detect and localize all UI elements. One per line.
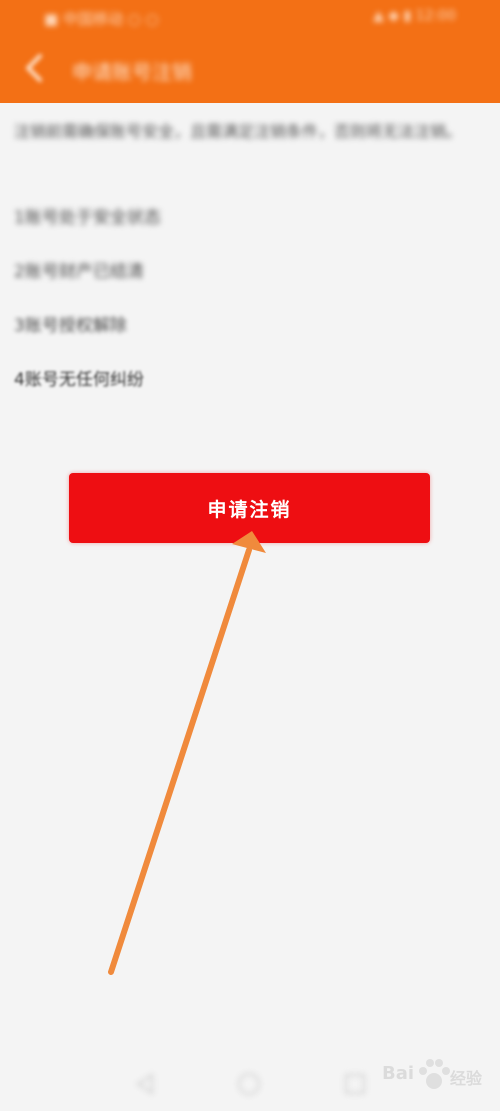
status-right-text: ▲ ◆ ▮ 12:00 [373,8,456,24]
back-arrow-icon [26,54,42,82]
nav-bar: 申请账号注销 [0,36,500,103]
nav-recent-button[interactable] [342,1071,368,1097]
square-recent-icon [345,1074,365,1094]
header: ■ 中国移动 ○ ○ ▲ ◆ ▮ 12:00 申请账号注销 [0,0,500,103]
nav-back-button[interactable] [132,1071,158,1097]
back-button[interactable] [18,50,54,86]
apply-cancel-account-button-label: 申请注销 [207,498,292,521]
condition-item: 3账号授权解除 [14,316,127,336]
condition-item: 4账号无任何纠纷 [14,370,144,390]
baidu-jingyan-watermark: Bai 经验 [380,1053,496,1101]
triangle-back-icon [136,1073,153,1095]
nav-home-button[interactable] [236,1071,262,1097]
apply-cancel-account-button[interactable]: 申请注销 [69,473,430,543]
page-title: 申请账号注销 [72,60,192,84]
status-left-text: ■ 中国移动 ○ ○ [44,10,159,28]
intro-text: 注销前需确保账号安全，且需满足注销条件，否则将无法注销。 [14,122,463,141]
condition-item: 2账号财产已结清 [14,262,144,282]
circle-home-icon [238,1073,260,1095]
watermark-suffix: 经验 [450,1069,483,1088]
status-bar: ■ 中国移动 ○ ○ ▲ ◆ ▮ 12:00 [0,0,500,36]
watermark-brand: Bai [382,1063,415,1084]
app-screen: ■ 中国移动 ○ ○ ▲ ◆ ▮ 12:00 申请账号注销 注销前需确保账号安全… [0,0,500,1111]
annotation-arrow [108,531,266,975]
condition-item: 1账号处于安全状态 [14,208,161,228]
paw-icon [419,1059,450,1089]
